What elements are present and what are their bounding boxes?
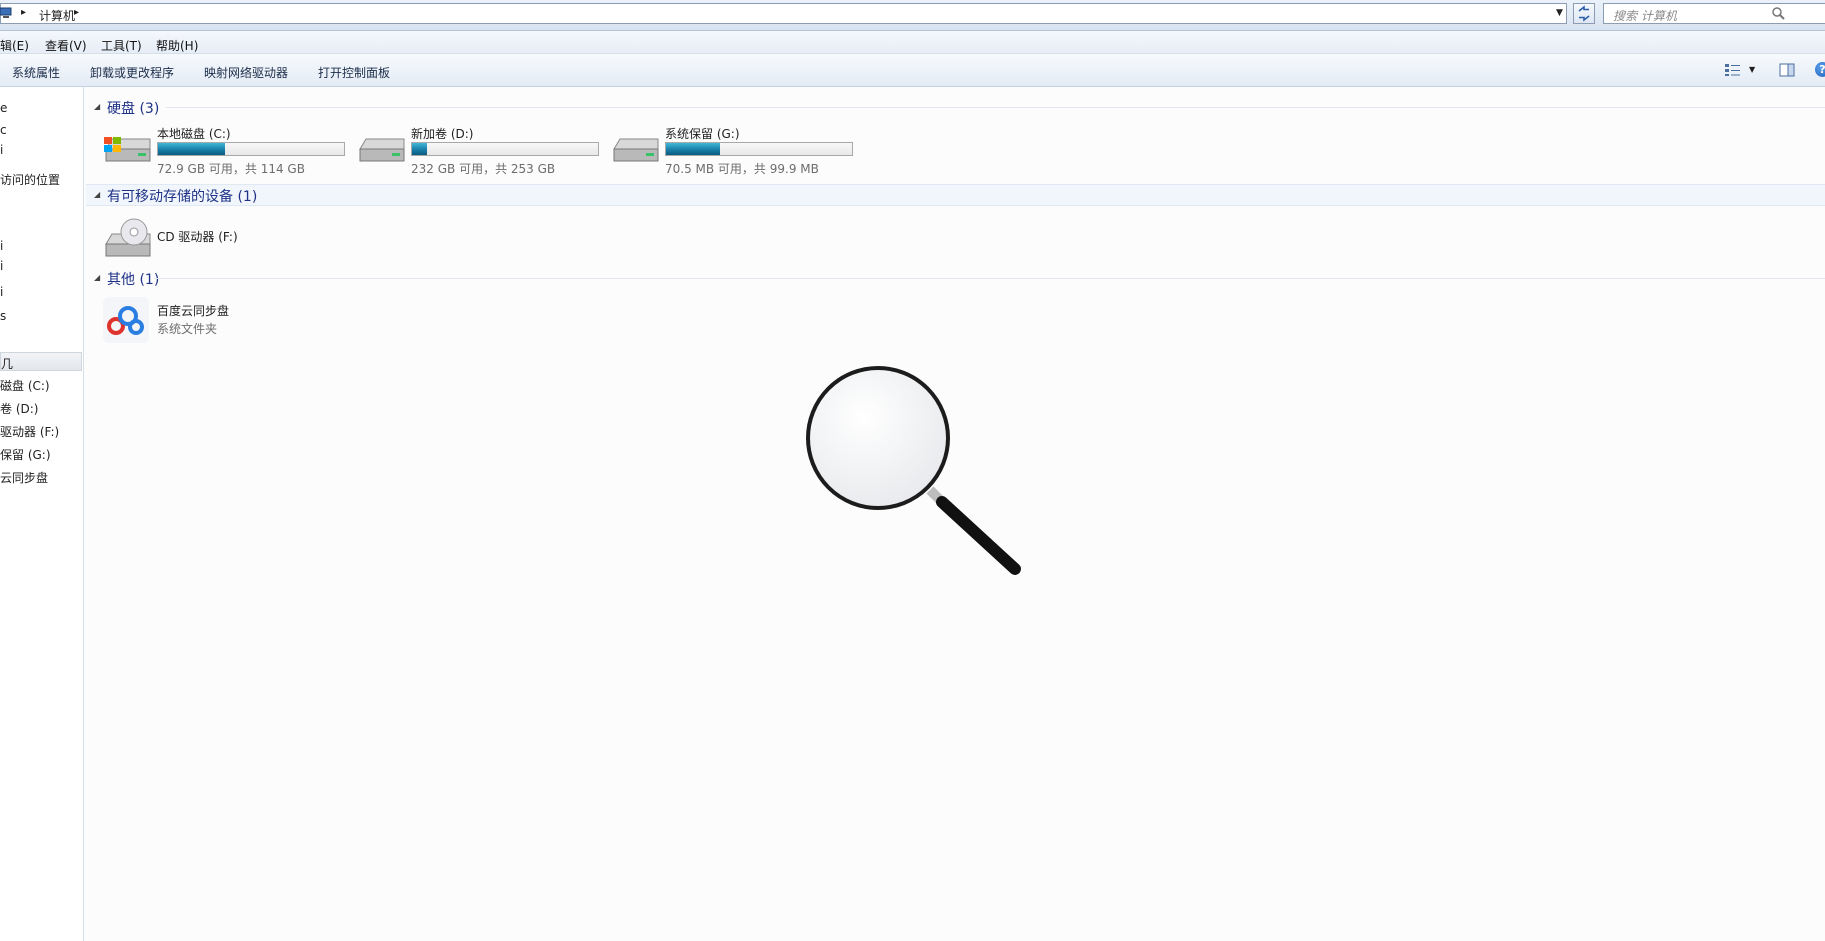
nav-item-baidu-sync[interactable]: 云同步盘	[0, 469, 82, 486]
search-placeholder: 搜索 计算机	[1613, 9, 1677, 23]
address-dropdown-icon[interactable]: ▼	[1556, 8, 1563, 18]
group-divider	[154, 278, 1825, 279]
menu-tools[interactable]: 工具(T)	[101, 37, 142, 54]
nav-item-computer[interactable]: 几	[0, 352, 82, 371]
refresh-button[interactable]	[1573, 3, 1595, 24]
cd-drive-icon	[105, 218, 151, 257]
menu-bar: 辑(E) 查看(V) 工具(T) 帮助(H)	[0, 31, 1825, 54]
collapse-triangle-icon[interactable]: ◢	[94, 190, 100, 199]
group-header-other[interactable]: ◢ 其他 (1)	[86, 268, 1825, 288]
open-control-panel-button[interactable]: 打开控制面板	[318, 64, 390, 81]
nav-item-desktop[interactable]: e	[0, 101, 82, 115]
drive-c[interactable]: 本地磁盘 (C:) 72.9 GB 可用，共 114 GB	[102, 125, 352, 177]
drive-usage-bar	[411, 142, 599, 156]
baidu-sync-folder[interactable]: 百度云同步盘 系统文件夹	[102, 296, 302, 346]
windows-drive-icon	[104, 137, 151, 162]
nav-item-computer-label: 几	[1, 357, 14, 371]
nav-item-drive-d[interactable]: 卷 (D:)	[0, 400, 82, 417]
uninstall-program-button[interactable]: 卸载或更改程序	[90, 64, 174, 81]
drive-d[interactable]: 新加卷 (D:) 232 GB 可用，共 253 GB	[356, 125, 606, 177]
drive-space-info: 72.9 GB 可用，共 114 GB	[157, 162, 305, 176]
nav-item-favorites[interactable]: i	[0, 143, 82, 157]
group-header-removable[interactable]: ◢ 有可移动存储的设备 (1)	[86, 184, 1825, 206]
drive-usage-bar	[157, 142, 345, 156]
drive-space-info: 70.5 MB 可用，共 99.9 MB	[665, 162, 819, 176]
magnifier-icon	[806, 366, 1021, 575]
nav-item-recent-places[interactable]: 访问的位置	[0, 171, 82, 188]
preview-pane-icon[interactable]	[1779, 63, 1795, 77]
nav-item-library-3[interactable]: i	[0, 285, 82, 299]
folder-name: 百度云同步盘	[157, 304, 230, 318]
group-label: 其他 (1)	[107, 272, 160, 288]
drive-usage-fill	[666, 143, 720, 155]
breadcrumb-arrow-icon[interactable]: ▸	[21, 7, 26, 18]
command-bar: 系统属性 卸载或更改程序 映射网络驱动器 打开控制面板 ▼ ?	[0, 54, 1825, 87]
breadcrumb-arrow-icon[interactable]: ▸	[74, 7, 79, 18]
hard-drive-icon	[613, 138, 659, 162]
drive-name: 系统保留 (G:)	[665, 127, 740, 141]
system-properties-button[interactable]: 系统属性	[12, 64, 60, 81]
group-header-hard-disks[interactable]: ◢ 硬盘 (3)	[86, 97, 1825, 117]
help-icon[interactable]: ?	[1815, 62, 1825, 77]
navigation-pane: e c i 访问的位置 i i i s 几 磁盘 (C:) 卷 (D:) 驱动器…	[0, 87, 84, 941]
nav-item-drive-g[interactable]: 保留 (G:)	[0, 446, 82, 463]
baidu-cloud-icon	[103, 297, 149, 343]
menu-edit[interactable]: 辑(E)	[0, 37, 29, 54]
cd-drive-f[interactable]: CD 驱动器 (F:)	[102, 216, 302, 260]
search-input[interactable]: 搜索 计算机	[1603, 3, 1825, 24]
breadcrumb-computer[interactable]: 计算机	[39, 7, 75, 24]
computer-icon	[0, 7, 12, 18]
drive-space-info: 232 GB 可用，共 253 GB	[411, 162, 556, 176]
address-bar: ▸ 计算机 ▸ ▼ 搜索 计算机	[0, 0, 1825, 31]
nav-item-drive-c[interactable]: 磁盘 (C:)	[0, 377, 82, 394]
address-box[interactable]: ▸ 计算机 ▸ ▼	[0, 3, 1567, 24]
menu-help[interactable]: 帮助(H)	[156, 37, 198, 54]
view-options-icon[interactable]	[1724, 63, 1742, 77]
nav-item-drive-f[interactable]: 驱动器 (F:)	[0, 423, 82, 440]
drive-name: 本地磁盘 (C:)	[157, 127, 231, 141]
collapse-triangle-icon[interactable]: ◢	[94, 273, 100, 282]
drive-usage-fill	[158, 143, 225, 155]
nav-item-library-4[interactable]: s	[0, 309, 82, 323]
menu-view[interactable]: 查看(V)	[45, 37, 87, 54]
group-divider	[166, 107, 1825, 108]
view-dropdown-icon[interactable]: ▼	[1749, 65, 1755, 74]
group-label: 硬盘 (3)	[107, 101, 160, 117]
nav-item-downloads[interactable]: c	[0, 123, 82, 137]
refresh-icon	[1578, 5, 1590, 22]
map-network-drive-button[interactable]: 映射网络驱动器	[204, 64, 288, 81]
drive-usage-fill	[412, 143, 427, 155]
nav-item-library-2[interactable]: i	[0, 259, 82, 273]
drive-g[interactable]: 系统保留 (G:) 70.5 MB 可用，共 99.9 MB	[610, 125, 860, 177]
folder-type: 系统文件夹	[157, 322, 218, 336]
collapse-triangle-icon[interactable]: ◢	[94, 102, 100, 111]
drive-name: CD 驱动器 (F:)	[157, 230, 238, 244]
hard-drive-icon	[359, 138, 405, 162]
search-icon[interactable]	[1771, 6, 1785, 20]
drive-usage-bar	[665, 142, 853, 156]
nav-item-library-1[interactable]: i	[0, 239, 82, 253]
group-label: 有可移动存储的设备 (1)	[107, 189, 258, 205]
drive-name: 新加卷 (D:)	[411, 127, 474, 141]
